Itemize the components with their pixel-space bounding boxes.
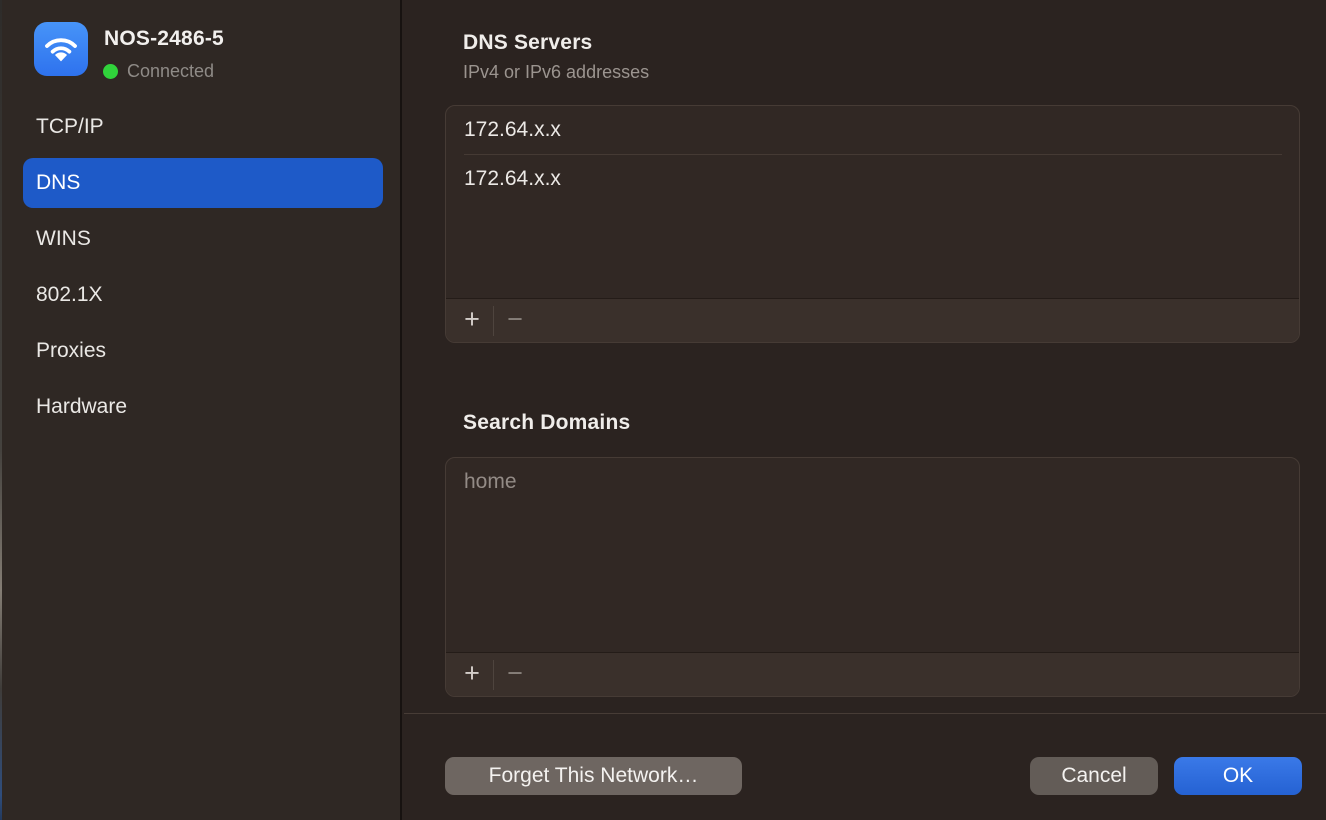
- search-domains-list: home + −: [445, 457, 1300, 697]
- add-dns-server-button[interactable]: +: [451, 299, 493, 343]
- ok-button[interactable]: OK: [1174, 757, 1302, 795]
- dns-server-row[interactable]: 172.64.x.x: [446, 106, 1299, 154]
- network-name: NOS-2486-5: [104, 27, 224, 51]
- sidebar-item-dns[interactable]: DNS: [23, 158, 383, 208]
- sidebar-item-hardware[interactable]: Hardware: [23, 382, 383, 432]
- remove-dns-server-button[interactable]: −: [494, 299, 536, 343]
- cancel-button[interactable]: Cancel: [1030, 757, 1158, 795]
- sidebar-item-proxies[interactable]: Proxies: [23, 326, 383, 376]
- dns-servers-list: 172.64.x.x 172.64.x.x + −: [445, 105, 1300, 343]
- connected-status-label: Connected: [127, 61, 214, 82]
- dns-settings-pane: DNS Servers IPv4 or IPv6 addresses 172.6…: [404, 0, 1326, 820]
- search-domain-row[interactable]: home: [446, 458, 1299, 506]
- dns-servers-title: DNS Servers: [463, 31, 592, 55]
- footer-divider: [404, 713, 1326, 714]
- sidebar-item-tcpip[interactable]: TCP/IP: [23, 102, 383, 152]
- network-status: Connected: [103, 61, 214, 82]
- screen-edge-sliver: [0, 0, 2, 820]
- network-details-sidebar: NOS-2486-5 Connected TCP/IP DNS WINS 802…: [0, 0, 402, 820]
- wifi-icon: [34, 22, 88, 76]
- sidebar-item-8021x[interactable]: 802.1X: [23, 270, 383, 320]
- add-search-domain-button[interactable]: +: [451, 653, 493, 697]
- dns-servers-list-toolbar: + −: [446, 298, 1299, 342]
- search-domains-list-toolbar: + −: [446, 652, 1299, 696]
- settings-nav: TCP/IP DNS WINS 802.1X Proxies Hardware: [23, 102, 383, 438]
- sidebar-item-wins[interactable]: WINS: [23, 214, 383, 264]
- dns-server-row[interactable]: 172.64.x.x: [446, 155, 1299, 203]
- remove-search-domain-button[interactable]: −: [494, 653, 536, 697]
- connected-status-dot-icon: [103, 64, 118, 79]
- dns-servers-subtitle: IPv4 or IPv6 addresses: [463, 62, 649, 83]
- search-domains-title: Search Domains: [463, 411, 630, 435]
- forget-network-button[interactable]: Forget This Network…: [445, 757, 742, 795]
